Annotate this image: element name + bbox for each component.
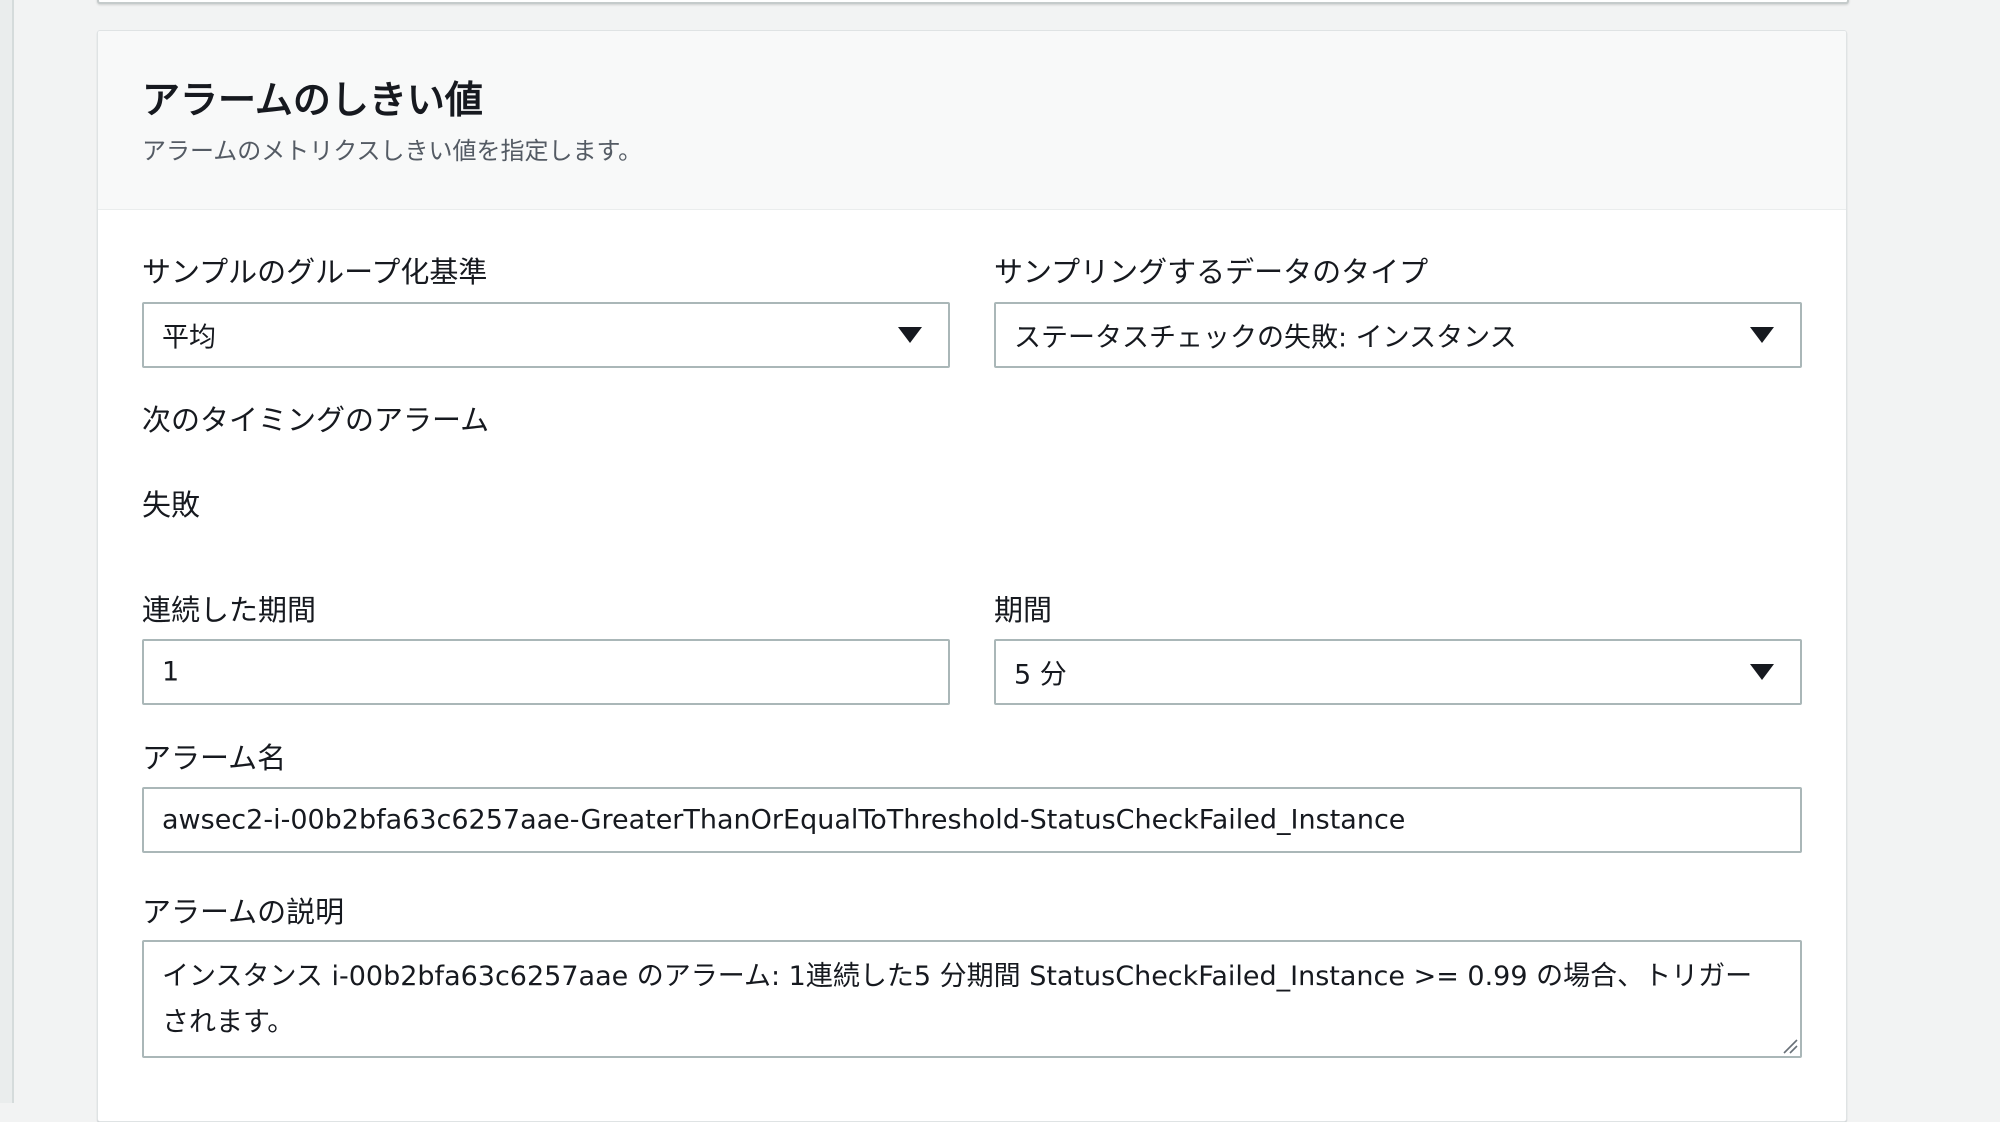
grouping-select[interactable]: 平均 <box>142 302 950 368</box>
period-label: 期間 <box>994 593 1053 627</box>
grouping-label: サンプルのグループ化基準 <box>142 255 488 289</box>
panel-title: アラームのしきい値 <box>142 78 483 122</box>
resize-handle-icon[interactable] <box>1780 1036 1798 1054</box>
alarm-description-textarea[interactable]: インスタンス i-00b2bfa63c6257aae のアラーム: 1連続した5… <box>142 940 1802 1058</box>
alarm-name-value: awsec2-i-00b2bfa63c6257aae-GreaterThanOr… <box>162 804 1406 836</box>
consecutive-periods-label: 連続した期間 <box>142 593 317 627</box>
consecutive-periods-input[interactable]: 1 <box>142 639 950 705</box>
caret-down-icon <box>1750 664 1774 680</box>
period-select[interactable]: 5 分 <box>994 639 1802 705</box>
alarm-name-label: アラーム名 <box>142 741 287 775</box>
alarm-when-value: 失敗 <box>142 488 201 522</box>
panel-header: アラームのしきい値 アラームのメトリクスしきい値を指定します。 <box>98 31 1846 210</box>
alarm-name-input[interactable]: awsec2-i-00b2bfa63c6257aae-GreaterThanOr… <box>142 787 1802 853</box>
alarm-threshold-panel: アラームのしきい値 アラームのメトリクスしきい値を指定します。 サンプルのグルー… <box>97 30 1847 1122</box>
alarm-description-label: アラームの説明 <box>142 895 345 929</box>
alarm-description-value: インスタンス i-00b2bfa63c6257aae のアラーム: 1連続した5… <box>162 961 1753 1038</box>
previous-section-edge <box>97 0 1849 4</box>
caret-down-icon <box>898 327 922 343</box>
caret-down-icon <box>1750 327 1774 343</box>
data-type-label: サンプリングするデータのタイプ <box>994 255 1429 289</box>
consecutive-periods-value: 1 <box>162 656 180 688</box>
data-type-select-value: ステータスチェックの失敗: インスタンス <box>1014 322 1517 354</box>
panel-description: アラームのメトリクスしきい値を指定します。 <box>142 137 643 165</box>
grouping-select-value: 平均 <box>162 322 216 354</box>
period-select-value: 5 分 <box>1014 659 1067 691</box>
alarm-when-label: 次のタイミングのアラーム <box>142 403 490 437</box>
data-type-select[interactable]: ステータスチェックの失敗: インスタンス <box>994 302 1802 368</box>
left-gutter <box>0 0 14 1103</box>
